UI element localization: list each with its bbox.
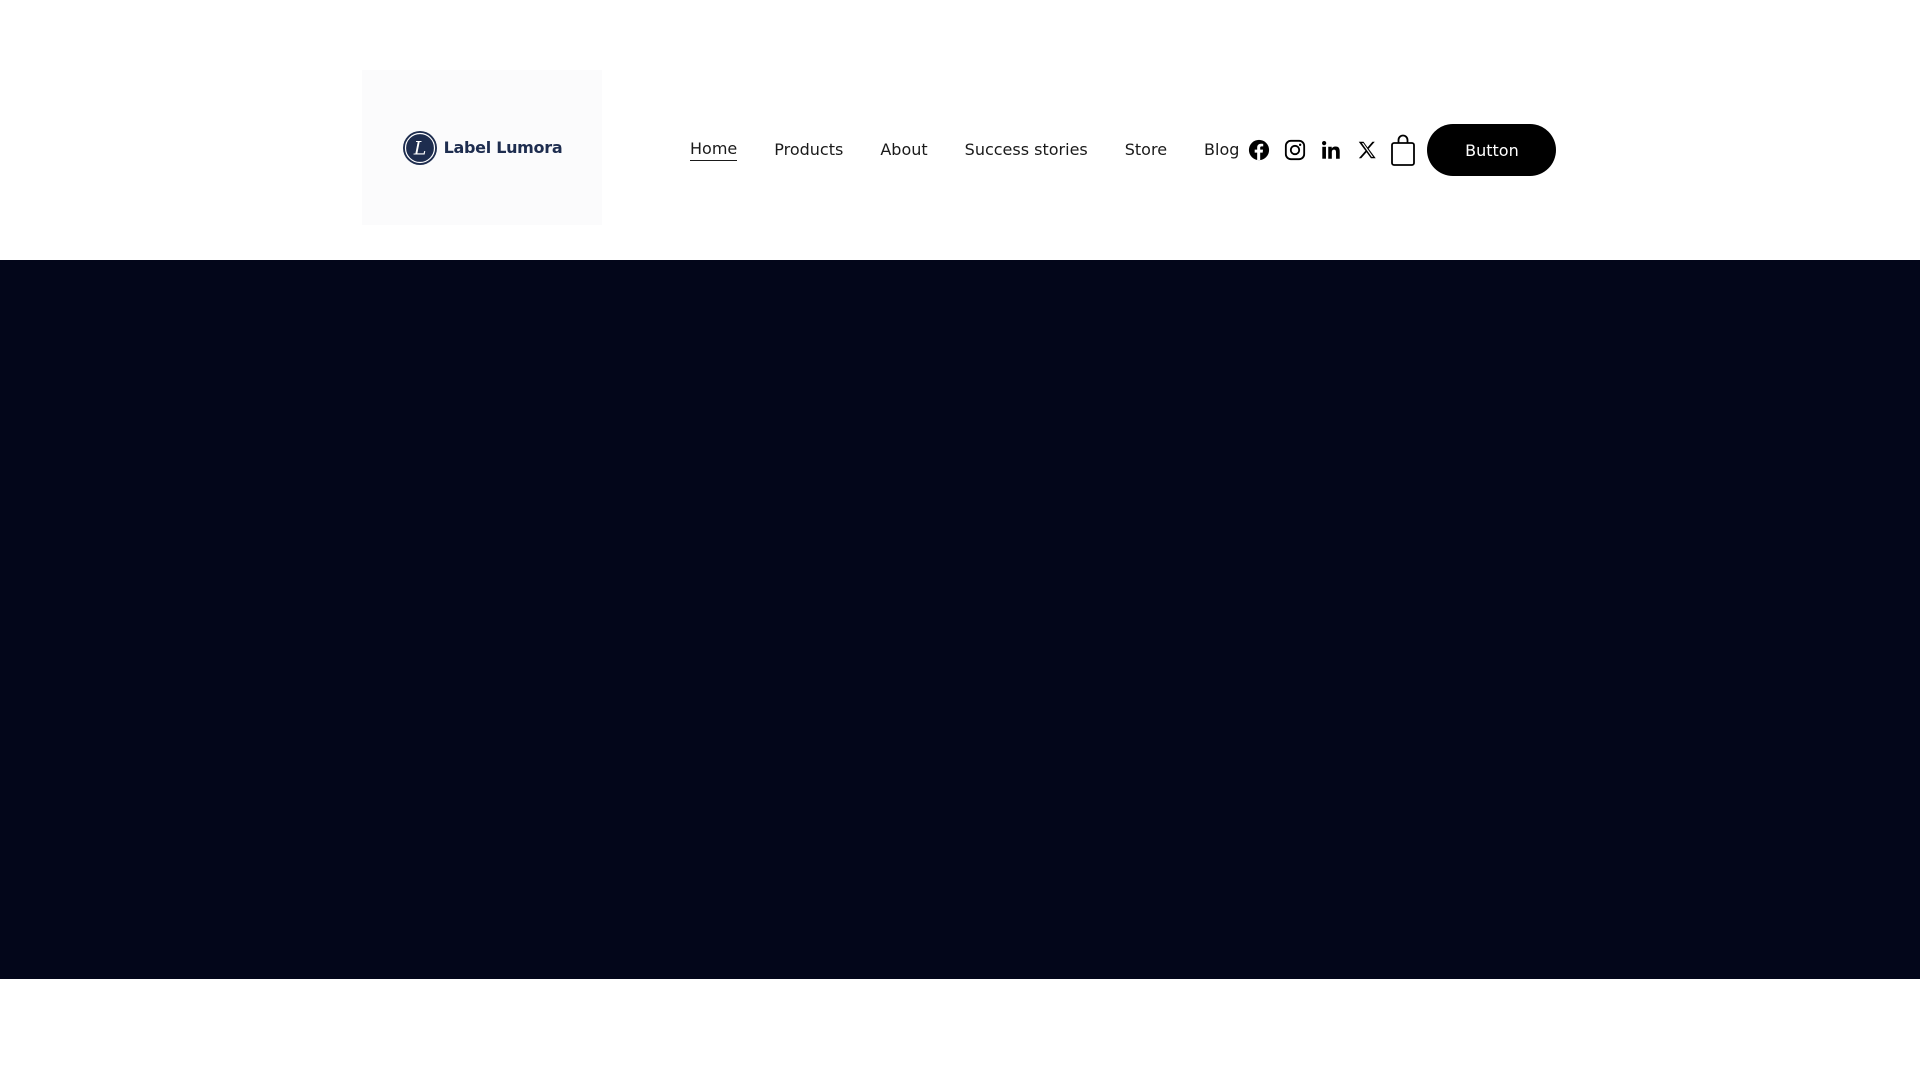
facebook-icon	[1249, 139, 1270, 161]
nav-link-success-stories[interactable]: Success stories	[965, 140, 1088, 161]
nav-link-blog[interactable]: Blog	[1204, 140, 1239, 161]
x-link[interactable]	[1355, 138, 1379, 162]
logo: L Label Lumora	[402, 130, 563, 166]
linkedin-link[interactable]	[1319, 138, 1343, 162]
instagram-link[interactable]	[1283, 138, 1307, 162]
instagram-icon	[1285, 139, 1306, 161]
social-links	[1247, 138, 1379, 162]
x-icon	[1359, 141, 1377, 159]
logo-mark-icon: L	[402, 130, 437, 165]
cta-button[interactable]: Button	[1427, 124, 1557, 176]
facebook-link[interactable]	[1247, 138, 1271, 162]
page: L Label Lumora Home Products About Succe…	[0, 0, 1920, 1080]
nav-link-about[interactable]: About	[880, 140, 927, 161]
nav-link-home[interactable]: Home	[690, 139, 738, 161]
site-header: L Label Lumora Home Products About Succe…	[0, 0, 1920, 260]
brand-name: Label Lumora	[443, 138, 563, 157]
nav-link-store[interactable]: Store	[1125, 140, 1167, 161]
main-nav: Home Products About Success stories Stor…	[690, 124, 1557, 176]
linkedin-icon	[1322, 141, 1341, 159]
page-bottom-blank	[0, 979, 1920, 1080]
logo-mark-letter: L	[412, 137, 426, 159]
hero-section	[0, 260, 1920, 979]
shopping-bag-icon	[1391, 134, 1416, 166]
nav-link-products[interactable]: Products	[774, 140, 843, 161]
cart-button[interactable]	[1389, 133, 1417, 167]
logo-link[interactable]: L Label Lumora	[362, 70, 602, 225]
